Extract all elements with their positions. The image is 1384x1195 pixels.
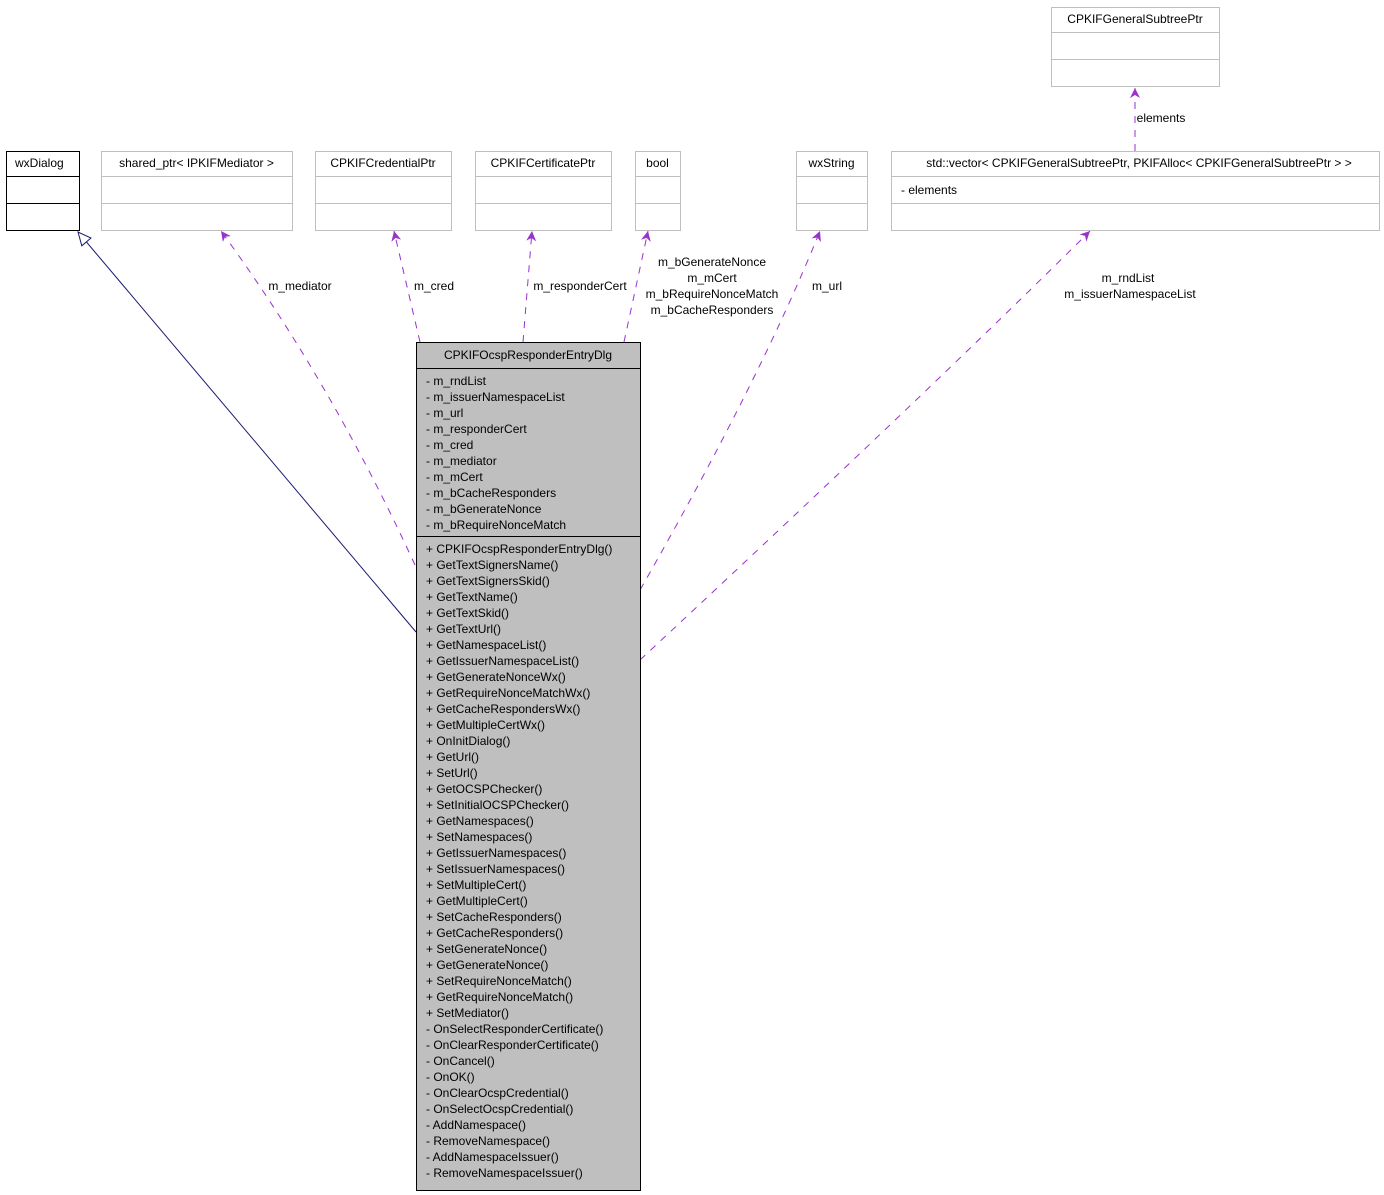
class-method: - OnSelectResponderCertificate() [426, 1022, 603, 1036]
class-method: - OnOK() [426, 1070, 475, 1084]
relation-label: m_rndList [1102, 271, 1155, 285]
class-name: shared_ptr< IPKIFMediator > [119, 156, 274, 170]
classes-layer: wxDialog shared_ptr< IPKIFMediator > CPKIF… [6, 7, 1380, 1191]
class-method: + GetCacheRespondersWx() [426, 702, 580, 716]
class-method: + GetGenerateNonce() [426, 958, 548, 972]
class-attribute: - elements [901, 183, 957, 197]
relation-label: m_bCacheResponders [651, 303, 774, 317]
relation-label: elements [1137, 111, 1186, 125]
class-method: + GetMultipleCert() [426, 894, 528, 908]
class-box-vector[interactable]: std::vector< CPKIFGeneralSubtreePtr, PKI… [891, 151, 1380, 231]
class-name: CPKIFCertificatePtr [491, 156, 596, 170]
relation-label: m_mCert [687, 271, 737, 285]
class-name: CPKIFOcspResponderEntryDlg [444, 348, 612, 362]
class-name: wxDialog [14, 156, 64, 170]
class-attribute: - m_mCert [426, 470, 483, 484]
class-name: bool [646, 156, 669, 170]
class-method: + GetTextUrl() [426, 622, 501, 636]
class-method: + GetTextSkid() [426, 606, 509, 620]
class-method: + GetMultipleCertWx() [426, 718, 545, 732]
class-method: - RemoveNamespace() [426, 1134, 550, 1148]
relation-label: m_bRequireNonceMatch [646, 287, 779, 301]
class-method: + SetIssuerNamespaces() [426, 862, 565, 876]
class-method: + GetOCSPChecker() [426, 782, 542, 796]
relation-label: m_url [812, 279, 842, 293]
class-method: + GetCacheResponders() [426, 926, 563, 940]
class-diagram: wxDialog shared_ptr< IPKIFMediator > CPKIF… [6, 7, 1380, 1191]
usage-edge-bool [623, 230, 651, 343]
class-method: + GetIssuerNamespaces() [426, 846, 566, 860]
class-method: + SetInitialOCSPChecker() [426, 798, 569, 812]
class-box-subtree[interactable]: CPKIFGeneralSubtreePtr [1051, 7, 1220, 87]
relation-label: m_cred [414, 279, 454, 293]
class-method: - OnClearResponderCertificate() [426, 1038, 599, 1052]
class-method: + SetMediator() [426, 1006, 509, 1020]
class-attribute: - m_bGenerateNonce [426, 502, 542, 516]
class-box-bool[interactable]: bool [635, 151, 681, 231]
relation-label: m_mediator [268, 279, 331, 293]
class-attribute: - m_bRequireNonceMatch [426, 518, 566, 532]
inheritance-edge [77, 231, 417, 633]
class-method: + GetNamespaces() [426, 814, 534, 828]
class-name: std::vector< CPKIFGeneralSubtreePtr, PKI… [926, 156, 1352, 170]
class-attribute: - m_url [426, 406, 463, 420]
class-method: - RemoveNamespaceIssuer() [426, 1166, 583, 1180]
class-box-main[interactable]: CPKIFOcspResponderEntryDlg - m_rndList - m… [416, 342, 641, 1191]
class-method: + CPKIFOcspResponderEntryDlg() [426, 542, 612, 556]
class-method: - OnClearOcspCredential() [426, 1086, 569, 1100]
class-method: + OnInitDialog() [426, 734, 510, 748]
inheritance-arrowhead-icon [77, 231, 92, 247]
class-method: + GetRequireNonceMatch() [426, 990, 573, 1004]
class-method: + GetUrl() [426, 750, 479, 764]
relation-label: m_issuerNamespaceList [1064, 287, 1196, 301]
class-method: - AddNamespace() [426, 1118, 526, 1132]
class-method: + GetGenerateNonceWx() [426, 670, 566, 684]
class-method: + SetCacheResponders() [426, 910, 562, 924]
class-method: + SetMultipleCert() [426, 878, 526, 892]
class-method: + GetIssuerNamespaceList() [426, 654, 579, 668]
class-box-cert[interactable]: CPKIFCertificatePtr [475, 151, 612, 231]
class-attribute: - m_mediator [426, 454, 497, 468]
class-method: + SetGenerateNonce() [426, 942, 547, 956]
class-method: + GetTextSignersSkid() [426, 574, 550, 588]
class-name: wxString [807, 156, 854, 170]
class-attribute: - m_rndList [426, 374, 487, 388]
class-box-cred[interactable]: CPKIFCredentialPtr [315, 151, 452, 231]
class-box-wxDialog[interactable]: wxDialog [6, 151, 80, 231]
class-box-wxString[interactable]: wxString [796, 151, 868, 231]
class-method: + GetTextSignersName() [426, 558, 558, 572]
class-method: + SetRequireNonceMatch() [426, 974, 572, 988]
class-attribute: - m_responderCert [426, 422, 527, 436]
class-name: CPKIFGeneralSubtreePtr [1067, 12, 1202, 26]
class-method: - OnSelectOcspCredential() [426, 1102, 573, 1116]
class-box-mediator[interactable]: shared_ptr< IPKIFMediator > [101, 151, 293, 231]
class-method: + SetUrl() [426, 766, 478, 780]
class-attribute: - m_bCacheResponders [426, 486, 556, 500]
class-method: + GetTextName() [426, 590, 518, 604]
class-attribute: - m_cred [426, 438, 473, 452]
usage-edge-cert [522, 230, 537, 343]
class-method: - OnCancel() [426, 1054, 495, 1068]
relation-label: m_responderCert [533, 279, 627, 293]
class-method: + SetNamespaces() [426, 830, 532, 844]
class-method: + GetRequireNonceMatchWx() [426, 686, 590, 700]
class-attribute: - m_issuerNamespaceList [426, 390, 565, 404]
relation-label: m_bGenerateNonce [658, 255, 766, 269]
class-method: - AddNamespaceIssuer() [426, 1150, 559, 1164]
class-method: + GetNamespaceList() [426, 638, 546, 652]
class-name: CPKIFCredentialPtr [330, 156, 435, 170]
